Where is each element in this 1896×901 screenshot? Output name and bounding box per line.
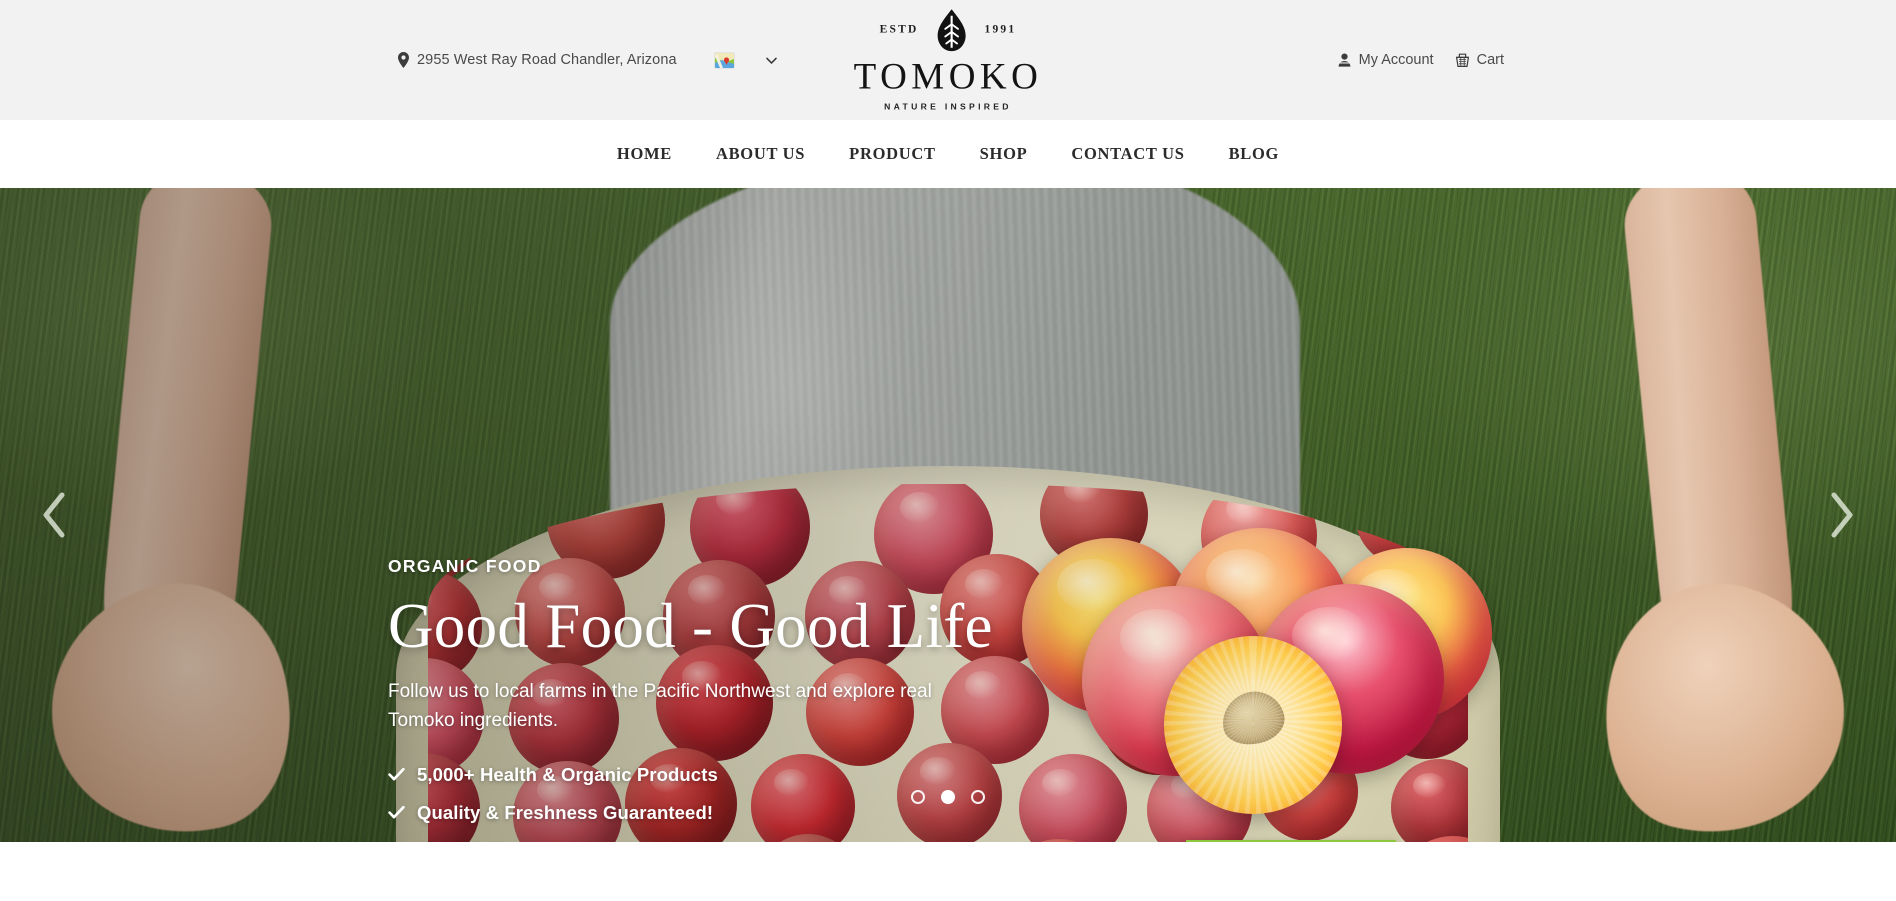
hero-feature-label: 5,000+ Health & Organic Products	[417, 763, 718, 785]
nav-item-shop[interactable]: SHOP	[958, 144, 1050, 164]
hero-feature-item: 5,000+ Health & Organic Products	[388, 764, 1068, 786]
hero-feature-item: Food Delivered Rigt To Your Doorstep!	[388, 840, 1068, 842]
logo-crest: ESTD 1991	[854, 9, 1043, 52]
shopping-now-button[interactable]: SHOPPING NOW	[1186, 840, 1397, 842]
chevron-down-icon[interactable]	[765, 54, 778, 67]
nav-item-contact-us[interactable]: CONTACT US	[1049, 144, 1206, 164]
hero-feature-item: Quality & Freshness Guaranteed!	[388, 802, 1068, 824]
hero-carousel: ORGANIC FOOD Good Food - Good Life Follo…	[0, 188, 1896, 842]
nav-item-blog[interactable]: BLOG	[1207, 144, 1301, 164]
check-icon	[388, 766, 405, 783]
carousel-prev-button[interactable]	[38, 490, 72, 540]
site-logo[interactable]: ESTD 1991 TOMOKO NATURE INSPIRED	[854, 9, 1043, 110]
check-icon	[388, 804, 405, 821]
my-account-label: My Account	[1358, 52, 1434, 68]
map-flag-icon[interactable]	[714, 52, 734, 68]
carousel-dots	[911, 790, 985, 804]
carousel-dot-3[interactable]	[971, 790, 985, 804]
hero-title: Good Food - Good Life	[388, 591, 993, 661]
logo-year-label: 1991	[984, 23, 1017, 36]
cart-link[interactable]: Cart	[1455, 52, 1504, 68]
hero-feature-label: Food Delivered Rigt To Your Doorstep!	[417, 840, 760, 842]
basket-icon	[1455, 53, 1469, 67]
leaf-icon	[936, 9, 968, 52]
my-account-link[interactable]: My Account	[1337, 52, 1434, 68]
carousel-dot-1[interactable]	[911, 790, 925, 804]
hero-description: Follow us to local farms in the Pacific …	[388, 680, 932, 731]
top-bar-right: My Account Cart	[1337, 52, 1504, 68]
nav-item-about-us[interactable]: ABOUT US	[694, 144, 827, 164]
nav-item-product[interactable]: PRODUCT	[827, 144, 957, 164]
store-address-text: 2955 West Ray Road Chandler, Arizona	[417, 52, 677, 68]
map-pin-icon	[398, 52, 409, 68]
nav-item-home[interactable]: HOME	[595, 144, 694, 164]
carousel-next-button[interactable]	[1824, 490, 1858, 540]
store-address: 2955 West Ray Road Chandler, Arizona	[398, 52, 677, 68]
top-bar: 2955 West Ray Road Chandler, Arizona EST…	[0, 0, 1896, 120]
top-bar-left: 2955 West Ray Road Chandler, Arizona	[398, 52, 778, 68]
logo-wordmark: TOMOKO	[853, 56, 1043, 98]
carousel-dot-2[interactable]	[941, 790, 955, 804]
user-icon	[1337, 53, 1351, 67]
hero-eyebrow: ORGANIC FOOD	[388, 556, 542, 576]
main-navigation: HOME ABOUT US PRODUCT SHOP CONTACT US BL…	[0, 120, 1896, 188]
cart-label: Cart	[1476, 52, 1504, 68]
hero-feature-label: Quality & Freshness Guaranteed!	[417, 801, 714, 823]
logo-estd-label: ESTD	[879, 23, 919, 36]
logo-tagline: NATURE INSPIRED	[884, 101, 1012, 112]
